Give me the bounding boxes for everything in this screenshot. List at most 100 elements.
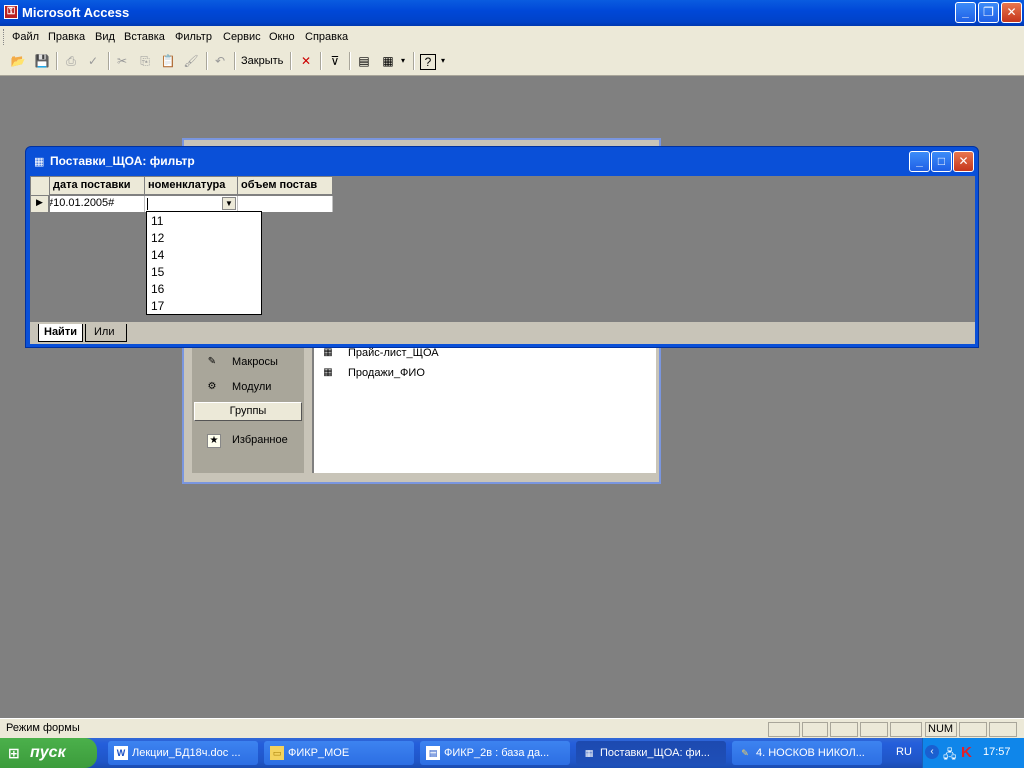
access-key-icon[interactable]: ⚿: [4, 5, 18, 19]
datasheet-icon: ▦: [34, 156, 45, 168]
status-panel: [768, 722, 800, 737]
filter-window-title: Поставки_ЩОА: фильтр: [50, 154, 195, 168]
database-icon: ▤: [426, 746, 440, 760]
new-object-icon[interactable]: ▦: [379, 52, 397, 70]
help-icon[interactable]: ?: [420, 54, 436, 70]
filter-maximize-button[interactable]: □: [931, 151, 952, 172]
db-item-macros[interactable]: Макросы: [232, 356, 278, 368]
dropdown-option[interactable]: 17: [151, 299, 164, 313]
status-panel: [830, 722, 858, 737]
language-indicator[interactable]: RU: [896, 746, 912, 758]
column-header-volume[interactable]: объем постав: [238, 177, 333, 195]
status-mode: Режим формы: [6, 722, 80, 734]
combo-dropdown-arrow-icon[interactable]: ▼: [222, 197, 236, 210]
menu-tools[interactable]: Сервис: [223, 31, 261, 43]
taskbar-item-database[interactable]: ▤ ФИКР_2в : база да...: [420, 741, 570, 765]
filter-close-button[interactable]: ✕: [953, 151, 974, 172]
restore-button[interactable]: ❐: [978, 2, 999, 23]
undo-icon[interactable]: ↶: [211, 52, 229, 70]
table-icon: ▦: [323, 367, 333, 378]
taskbar-item-folder[interactable]: ▭ ФИКР_МОЕ: [264, 741, 414, 765]
dropdown-option[interactable]: 11: [151, 214, 163, 228]
db-object-list: ▦ Прайс-лист_ЩОА ▦ Продажи_ФИО: [312, 345, 656, 473]
start-button[interactable]: ⊞ пуск: [0, 738, 97, 768]
menu-insert[interactable]: Вставка: [124, 31, 165, 43]
menu-grip[interactable]: [3, 29, 7, 45]
tray-expand-icon[interactable]: ‹: [925, 745, 939, 759]
cell-nomenclature-combo[interactable]: ▼: [145, 196, 238, 212]
apply-filter-icon[interactable]: ⊽: [326, 52, 344, 70]
cell-volume[interactable]: [238, 196, 333, 212]
document-icon: ✎: [741, 748, 749, 758]
dropdown-option[interactable]: 15: [151, 265, 164, 279]
minimize-button[interactable]: _: [955, 2, 976, 23]
help-dropdown-icon[interactable]: ▾: [438, 52, 448, 70]
db-item-favorites[interactable]: Избранное: [232, 434, 288, 446]
db-object-sales[interactable]: Продажи_ФИО: [348, 367, 425, 379]
app-title-bar: ⚿ Microsoft Access _ ❐ ✕: [0, 0, 1024, 26]
open-folder-icon[interactable]: 📂: [9, 52, 27, 70]
groups-button[interactable]: Группы: [194, 402, 302, 421]
close-filter-button[interactable]: Закрыть: [241, 55, 283, 67]
toolbar: 📂 💾 ⎙ ✓ ✂ ⎘ 📋 🖌 ↶ Закрыть ✕ ⊽ ▤ ▦ ▾ ? ▾: [0, 48, 1024, 76]
datasheet-icon: ▦: [584, 748, 594, 758]
taskbar-item-word[interactable]: W Лекции_БД18ч.doc ...: [108, 741, 258, 765]
dropdown-option[interactable]: 16: [151, 282, 164, 296]
select-all-corner[interactable]: [31, 177, 50, 196]
network-icon[interactable]: 🖧: [943, 745, 956, 766]
taskbar-item-label: ФИКР_2в : база да...: [444, 747, 550, 759]
module-icon: ⚙: [207, 381, 217, 392]
filter-tabs-bar: Найти Или: [30, 322, 975, 344]
column-header-nomenclature[interactable]: номенклатура: [145, 177, 238, 195]
taskbar-item-label: Лекции_БД18ч.doc ...: [132, 747, 241, 759]
dropdown-option[interactable]: 12: [151, 231, 164, 245]
clear-grid-icon[interactable]: ✕: [297, 52, 315, 70]
new-object-dropdown-icon[interactable]: ▾: [398, 52, 408, 70]
taskbar: ⊞ пуск W Лекции_БД18ч.doc ... ▭ ФИКР_МОЕ…: [0, 738, 1024, 768]
status-panel: [802, 722, 828, 737]
print-icon[interactable]: ⎙: [62, 52, 80, 70]
system-tray: ‹ 🖧 K 17:57: [922, 738, 1024, 768]
cell-date[interactable]: #10.01.2005#: [50, 196, 145, 212]
text-cursor: [147, 198, 148, 210]
taskbar-item-filter[interactable]: ▦ Поставки_ЩОА: фи...: [576, 741, 726, 765]
status-panel: [860, 722, 888, 737]
tab-find[interactable]: Найти: [38, 324, 83, 342]
menu-file[interactable]: Файл: [12, 31, 39, 43]
paste-icon[interactable]: 📋: [159, 52, 177, 70]
nomenclature-dropdown-list: 11 12 14 15 16 17: [146, 211, 262, 315]
save-icon[interactable]: 💾: [33, 52, 51, 70]
favorites-icon: ★: [207, 434, 221, 448]
menu-window[interactable]: Окно: [269, 31, 295, 43]
menu-help[interactable]: Справка: [305, 31, 348, 43]
clock: 17:57: [983, 746, 1011, 758]
filter-minimize-button[interactable]: _: [909, 151, 930, 172]
folder-icon: ▭: [270, 746, 284, 760]
kaspersky-icon[interactable]: K: [961, 744, 972, 761]
row-selector[interactable]: ▶: [31, 196, 49, 212]
tab-or[interactable]: Или: [85, 324, 127, 342]
db-item-modules[interactable]: Модули: [232, 381, 271, 393]
menu-filter[interactable]: Фильтр: [175, 31, 212, 43]
taskbar-item-document[interactable]: ✎ 4. НОСКОВ НИКОЛ...: [732, 741, 882, 765]
menu-view[interactable]: Вид: [95, 31, 115, 43]
windows-logo-icon: ⊞: [8, 745, 20, 761]
db-object-price-list[interactable]: Прайс-лист_ЩОА: [348, 347, 439, 359]
dropdown-option[interactable]: 14: [151, 248, 164, 262]
taskbar-item-label: 4. НОСКОВ НИКОЛ...: [756, 747, 865, 759]
close-button[interactable]: ✕: [1001, 2, 1022, 23]
spelling-icon[interactable]: ✓: [84, 52, 102, 70]
cut-icon[interactable]: ✂: [113, 52, 131, 70]
menu-bar: Файл Правка Вид Вставка Фильтр Сервис Ок…: [0, 26, 1024, 49]
column-header-date[interactable]: дата поставки: [50, 177, 145, 195]
app-title: Microsoft Access: [22, 5, 130, 20]
table-icon: ▦: [323, 347, 333, 358]
copy-icon[interactable]: ⎘: [136, 52, 154, 70]
format-painter-icon[interactable]: 🖌: [182, 52, 200, 70]
database-window-icon[interactable]: ▤: [355, 52, 373, 70]
menu-edit[interactable]: Правка: [48, 31, 85, 43]
status-panel: [989, 722, 1017, 737]
taskbar-item-label: ФИКР_МОЕ: [288, 747, 350, 759]
taskbar-item-label: Поставки_ЩОА: фи...: [600, 747, 710, 759]
macro-icon: ✎: [207, 356, 217, 367]
